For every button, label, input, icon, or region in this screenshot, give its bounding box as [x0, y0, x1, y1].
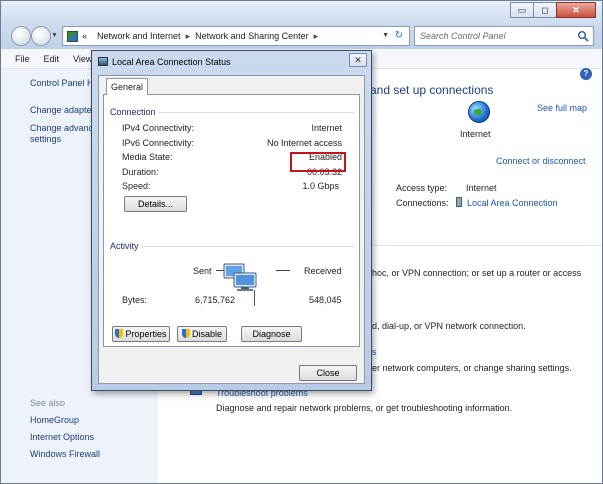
search-icon[interactable]: [577, 30, 589, 42]
change-adapter-settings-link[interactable]: Change adapter: [30, 105, 95, 115]
details-button[interactable]: Details...: [124, 196, 187, 212]
minimize-button[interactable]: ▭: [510, 2, 534, 18]
speed-label: Speed:: [122, 181, 151, 191]
properties-button[interactable]: Properties: [112, 326, 170, 342]
control-panel-icon: [67, 30, 78, 42]
connection-group-label: Connection: [110, 107, 159, 117]
internet-options-link[interactable]: Internet Options: [30, 432, 94, 442]
bytes-sent-value: 6,715,762: [195, 295, 236, 305]
search-placeholder: Search Control Panel: [420, 31, 506, 41]
disable-button[interactable]: Disable: [177, 326, 227, 342]
dialog-close-x-button[interactable]: ✕: [349, 53, 367, 67]
connection-status-dialog: Local Area Connection Status ✕ General C…: [91, 50, 372, 391]
homegroup-link[interactable]: HomeGroup: [30, 415, 79, 425]
general-tab-panel: Connection IPv4 Connectivity: Internet I…: [103, 94, 360, 347]
connections-label: Connections:: [396, 198, 449, 208]
homegroup-sharing-desc: er network computers, or change sharing …: [372, 363, 572, 373]
diagnose-button[interactable]: Diagnose: [241, 326, 302, 342]
see-also-heading: See also: [30, 398, 66, 408]
activity-group-line: [140, 246, 354, 247]
back-button[interactable]: [11, 26, 31, 46]
ipv4-label: IPv4 Connectivity:: [122, 123, 195, 133]
ipv6-value: No Internet access: [266, 138, 342, 148]
menu-view[interactable]: View: [73, 54, 92, 64]
caption-buttons: ▭ ◻ ✕: [510, 2, 596, 18]
received-label: Received: [304, 266, 342, 276]
breadcrumb-separator-end[interactable]: ▸: [314, 31, 319, 42]
duration-label: Duration:: [122, 167, 159, 177]
access-type-label: Access type:: [396, 183, 448, 193]
connection-group-line: [150, 112, 354, 113]
address-dropdown-icon[interactable]: ▼: [382, 32, 389, 39]
connect-network-desc: d, dial-up, or VPN network connection.: [372, 321, 526, 331]
media-state-label: Media State:: [122, 152, 173, 162]
breadcrumb-network-sharing-center[interactable]: Network and Sharing Center: [195, 31, 309, 41]
network-adapter-icon: [456, 197, 462, 207]
menu-file[interactable]: File: [15, 54, 30, 64]
homegroup-sharing-link-tail[interactable]: s: [372, 347, 377, 357]
sent-label: Sent: [193, 266, 212, 276]
close-button[interactable]: Close: [299, 365, 357, 381]
address-bar[interactable]: « Network and Internet ▸ Network and Sha…: [62, 26, 410, 46]
change-advanced-sharing-link[interactable]: Change advanc: [30, 123, 93, 133]
close-window-button[interactable]: ✕: [556, 2, 596, 18]
page-heading: and set up connections: [370, 83, 494, 97]
see-full-map-link[interactable]: See full map: [537, 103, 587, 113]
control-panel-home-link[interactable]: Control Panel H: [30, 78, 94, 88]
tab-general[interactable]: General: [106, 78, 148, 95]
internet-globe-icon: [468, 101, 490, 123]
disable-button-label: Disable: [191, 329, 222, 339]
uac-shield-icon: [115, 329, 124, 338]
forward-button[interactable]: [31, 26, 51, 46]
change-advanced-sharing-link-line2[interactable]: settings: [30, 134, 61, 144]
dialog-title: Local Area Connection Status: [112, 57, 231, 67]
search-input[interactable]: Search Control Panel: [414, 26, 594, 46]
recent-pages-dropdown[interactable]: ▼: [51, 32, 58, 39]
uac-shield-icon: [181, 329, 190, 338]
bytes-received-value: 548,045: [309, 295, 342, 305]
network-adapter-icon: [98, 57, 108, 66]
menu-edit[interactable]: Edit: [44, 54, 60, 64]
refresh-button[interactable]: ↻: [391, 29, 407, 43]
access-type-value: Internet: [466, 183, 497, 193]
breadcrumb-network-and-internet[interactable]: Network and Internet: [97, 31, 181, 41]
history-chevron[interactable]: «: [82, 31, 87, 41]
maximize-button[interactable]: ◻: [533, 2, 557, 18]
troubleshoot-desc: Diagnose and repair network problems, or…: [216, 403, 513, 413]
help-icon[interactable]: ?: [580, 68, 592, 80]
title-bar: ▭ ◻ ✕ ▼ « Network and Internet ▸ Network…: [1, 1, 602, 49]
internet-node-label: Internet: [460, 129, 491, 139]
breadcrumb-separator[interactable]: ▸: [186, 31, 191, 42]
dialog-body: General Connection IPv4 Connectivity: In…: [98, 75, 365, 384]
windows-firewall-link[interactable]: Windows Firewall: [30, 449, 100, 459]
received-dash: [276, 270, 290, 271]
properties-button-label: Properties: [125, 329, 167, 339]
local-area-connection-link[interactable]: Local Area Connection: [467, 198, 558, 208]
network-activity-icon: [223, 263, 257, 291]
ipv6-label: IPv6 Connectivity:: [122, 138, 195, 148]
speed-value: 1.0 Gbps: [302, 181, 339, 191]
bytes-label: Bytes:: [122, 295, 148, 305]
setup-connection-desc: hoc, or VPN connection; or set up a rout…: [372, 268, 582, 278]
connect-disconnect-link[interactable]: Connect or disconnect: [496, 156, 586, 166]
speed-highlight-box: [290, 152, 346, 172]
activity-group-label: Activity: [110, 241, 142, 251]
ipv4-value: Internet: [311, 123, 342, 133]
